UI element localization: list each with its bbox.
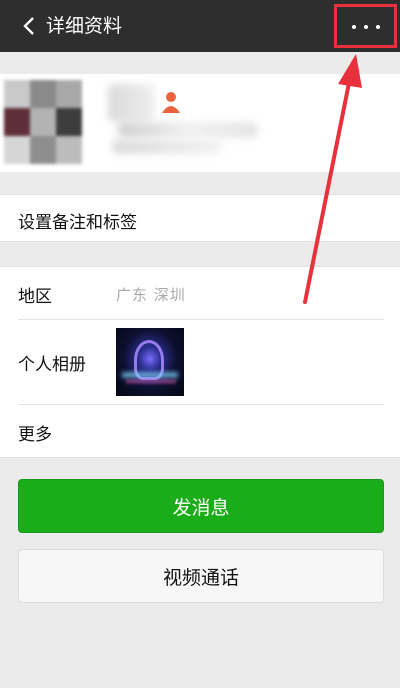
album-label: 个人相册 bbox=[18, 355, 86, 375]
avatar[interactable] bbox=[4, 80, 82, 164]
album-row[interactable]: 个人相册 bbox=[0, 320, 400, 404]
page-title: 详细资料 bbox=[46, 15, 123, 37]
more-label: 更多 bbox=[18, 425, 52, 445]
blurred-nickname bbox=[108, 84, 154, 122]
more-row[interactable]: 更多 bbox=[0, 405, 400, 459]
info-group: 地区 广东 深圳 个人相册 更多 bbox=[0, 266, 400, 458]
region-row: 地区 广东 深圳 bbox=[0, 267, 400, 319]
profile-card[interactable] bbox=[0, 74, 400, 172]
annotation-highlight-box bbox=[334, 4, 397, 48]
chevron-left-icon[interactable] bbox=[20, 16, 40, 36]
person-female-icon bbox=[162, 92, 180, 113]
remarks-tags-label: 设置备注和标签 bbox=[18, 213, 137, 233]
send-message-button[interactable]: 发消息 bbox=[18, 479, 384, 533]
video-call-button[interactable]: 视频通话 bbox=[18, 549, 384, 603]
region-label: 地区 bbox=[18, 287, 52, 307]
region-value: 广东 深圳 bbox=[116, 286, 186, 304]
blurred-wechat-id bbox=[118, 122, 258, 138]
blurred-nickname-secondary bbox=[112, 140, 222, 154]
remarks-tags-row[interactable]: 设置备注和标签 bbox=[0, 194, 400, 242]
album-thumbnail[interactable] bbox=[116, 328, 184, 396]
